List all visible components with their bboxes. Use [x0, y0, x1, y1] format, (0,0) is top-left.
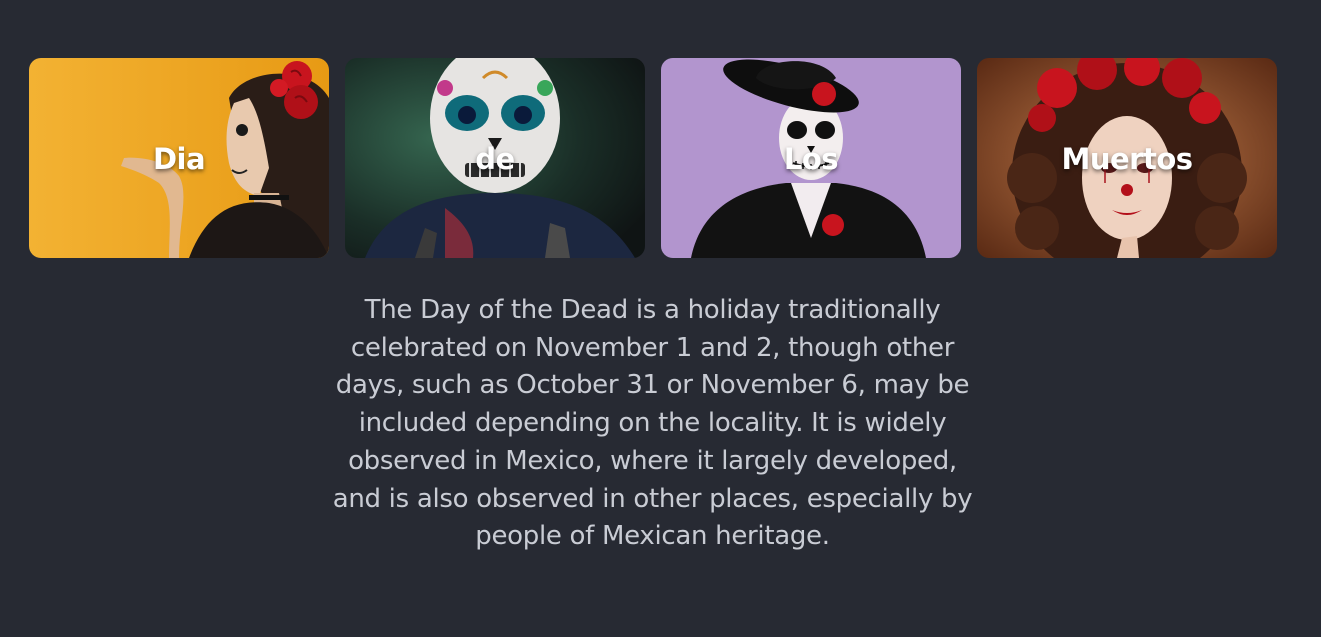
card-label: Dia: [152, 142, 206, 176]
card-label: Los: [783, 142, 839, 176]
card-dia[interactable]: Dia: [29, 58, 329, 258]
card-muertos[interactable]: Muertos: [977, 58, 1277, 258]
description-text: The Day of the Dead is a holiday traditi…: [332, 295, 973, 552]
card-label: Muertos: [1061, 142, 1193, 176]
card-gallery: Dia de Los Muertos: [29, 58, 1277, 258]
card-label: de: [475, 142, 515, 176]
card-los[interactable]: Los: [661, 58, 961, 258]
card-de[interactable]: de: [345, 58, 645, 258]
page: Dia de Los Muertos The Day of the Dead i…: [0, 0, 1321, 637]
